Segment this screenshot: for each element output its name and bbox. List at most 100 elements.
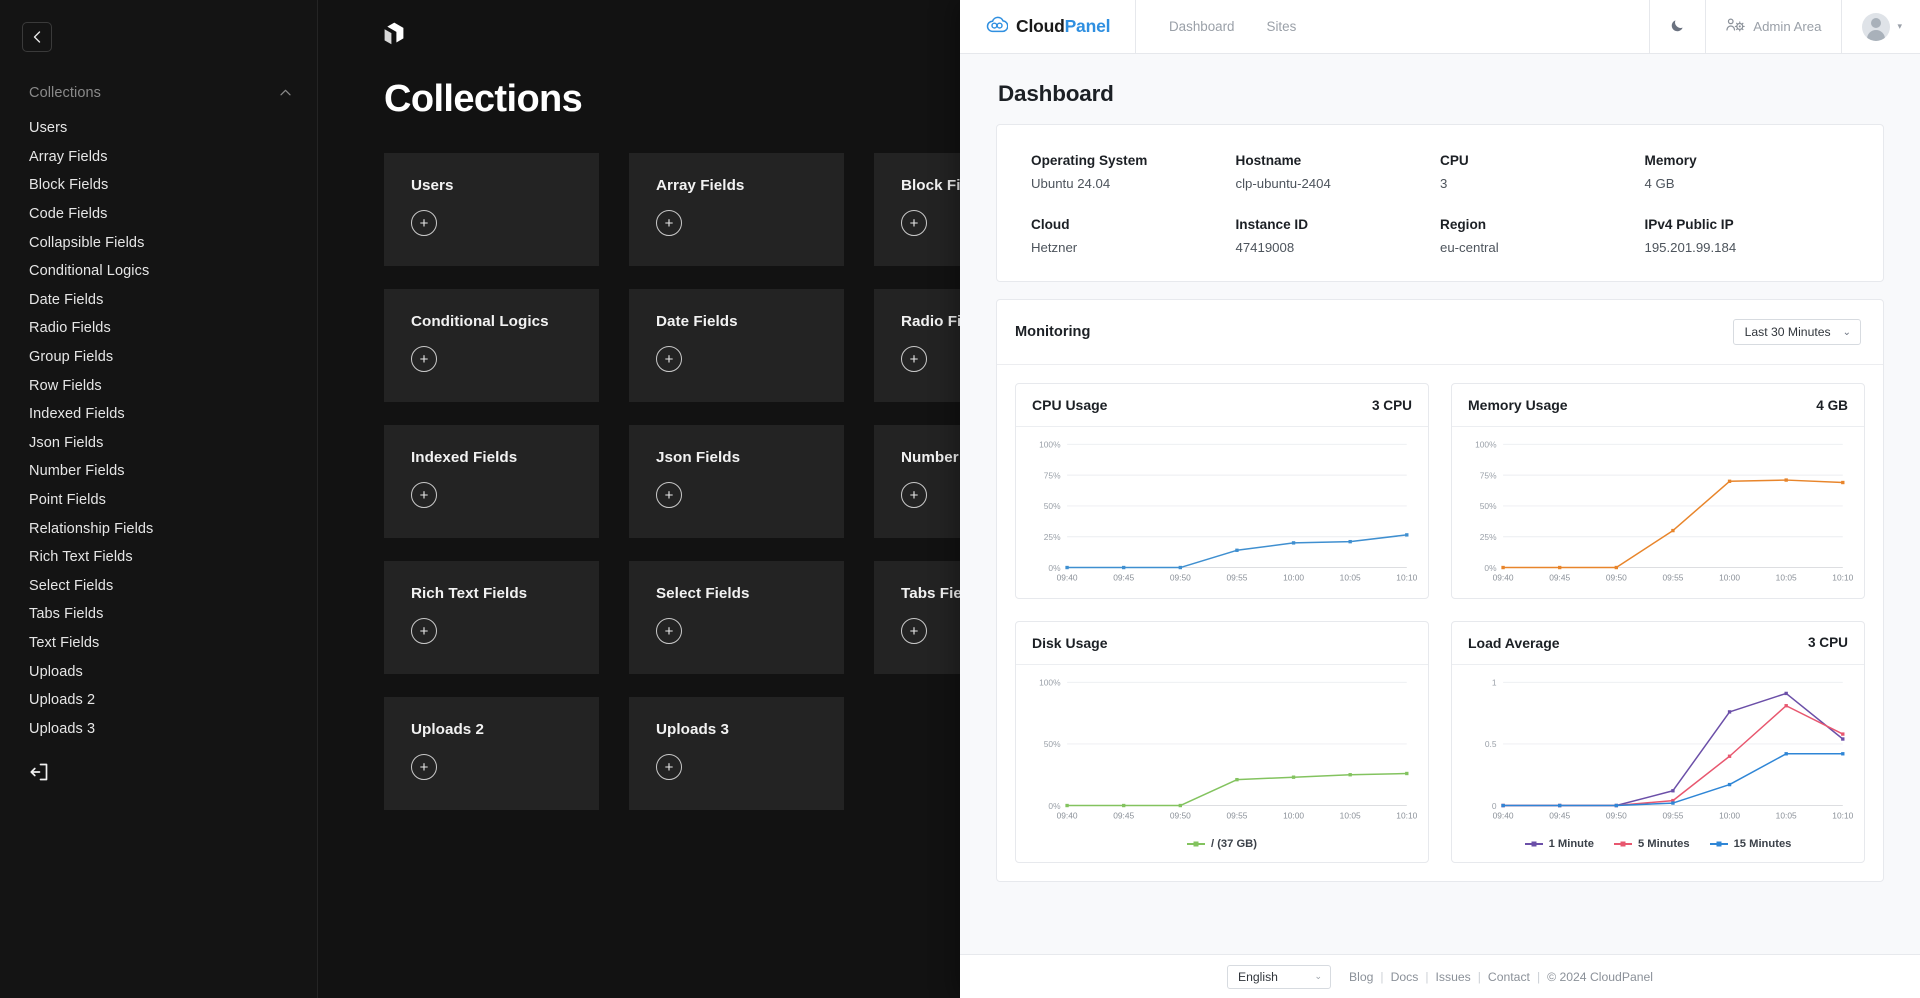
monitoring-charts: CPU Usage 3 CPU 0% 25% 50% 75% 100% 09:40 09:45 0…: [997, 365, 1883, 881]
sidebar-item-date-fields[interactable]: Date Fields: [0, 286, 317, 315]
moon-icon: [1670, 18, 1685, 36]
legend-item[interactable]: 5 Minutes: [1613, 838, 1690, 850]
sidebar-item-rich-text-fields[interactable]: Rich Text Fields: [0, 543, 317, 572]
collection-card[interactable]: Array Fields +: [629, 153, 844, 266]
collection-card[interactable]: Rich Text Fields +: [384, 561, 599, 674]
create-new-button[interactable]: +: [656, 618, 682, 644]
sidebar-item-uploads-3[interactable]: Uploads 3: [0, 714, 317, 743]
footer-link-contact[interactable]: Contact: [1488, 970, 1530, 984]
brand-text-cloud: Cloud: [1016, 16, 1065, 36]
collection-card[interactable]: Uploads 3 +: [629, 697, 844, 810]
create-new-button[interactable]: +: [656, 346, 682, 372]
logout-icon[interactable]: [28, 761, 50, 783]
system-info-item: Region eu-central: [1440, 217, 1645, 255]
sidebar-item-code-fields[interactable]: Code Fields: [0, 200, 317, 229]
sidebar-item-number-fields[interactable]: Number Fields: [0, 457, 317, 486]
data-point: [1501, 803, 1505, 808]
legend-swatch: [1524, 842, 1543, 845]
create-new-button[interactable]: +: [411, 346, 437, 372]
data-point: [1727, 479, 1732, 483]
sidebar-item-relationship-fields[interactable]: Relationship Fields: [0, 514, 317, 543]
collection-card-title: Json Fields: [656, 449, 741, 466]
footer-separator: |: [1380, 969, 1384, 984]
collection-card[interactable]: Conditional Logics +: [384, 289, 599, 402]
collection-card[interactable]: Select Fields +: [629, 561, 844, 674]
dark-mode-toggle[interactable]: [1649, 0, 1705, 53]
dashboard-title: Dashboard: [998, 81, 1114, 106]
sidebar-item-group-fields[interactable]: Group Fields: [0, 343, 317, 372]
footer-separator: |: [1536, 969, 1541, 984]
create-new-button[interactable]: +: [656, 754, 682, 780]
collection-card-title: Array Fields: [656, 177, 745, 194]
create-new-button[interactable]: +: [901, 618, 927, 644]
create-new-button[interactable]: +: [901, 210, 927, 236]
create-new-button[interactable]: +: [656, 210, 682, 236]
create-new-button[interactable]: +: [411, 618, 437, 644]
create-new-button[interactable]: +: [656, 482, 682, 508]
legend-item[interactable]: 15 Minutes: [1709, 837, 1792, 850]
monitoring-header: Monitoring Last 30 Minutes ⌄: [997, 300, 1883, 365]
sidebar-group-header[interactable]: Collections: [0, 82, 317, 104]
nav-dashboard[interactable]: Dashboard: [1160, 13, 1244, 40]
create-new-button[interactable]: +: [901, 482, 927, 508]
y-tick-label: 0.5: [1485, 739, 1497, 749]
sidebar-item-select-fields[interactable]: Select Fields: [0, 572, 317, 601]
sidebar-item-radio-fields[interactable]: Radio Fields: [0, 314, 317, 343]
system-info-panel: Operating System Ubuntu 24.04 Hostname clp-…: [996, 124, 1884, 282]
cloudpanel-header: CloudPanel Dashboard Sites Admin Area ▾: [960, 0, 1920, 54]
footer-link-issues[interactable]: Issues: [1436, 970, 1471, 984]
sidebar-item-indexed-fields[interactable]: Indexed Fields: [0, 400, 317, 429]
sidebar-collapse-button[interactable]: [22, 22, 52, 52]
sidebar-item-collapsible-fields[interactable]: Collapsible Fields: [0, 228, 317, 257]
collection-card[interactable]: Date Fields +: [629, 289, 844, 402]
create-new-button[interactable]: +: [411, 482, 437, 508]
avatar: [1862, 12, 1891, 41]
sidebar-item-array-fields[interactable]: Array Fields: [0, 143, 317, 172]
x-tick-label: 09:45: [1113, 573, 1134, 583]
x-tick-label: 10:00: [1283, 810, 1304, 820]
chevron-up-icon[interactable]: [280, 88, 291, 99]
sidebar-item-uploads-2[interactable]: Uploads 2: [0, 686, 317, 715]
legend-item[interactable]: / (37 GB): [1186, 837, 1257, 850]
footer-link-blog[interactable]: Blog: [1349, 970, 1373, 984]
data-point: [1065, 803, 1069, 808]
system-info-item: Memory 4 GB: [1645, 153, 1850, 191]
chart-plot: 0% 25% 50% 75% 100% 09:40 09:45 09:50 09:55 10:00…: [1016, 427, 1428, 598]
chart-title: Load Average: [1468, 634, 1560, 651]
chart-title: Memory Usage: [1468, 397, 1568, 413]
sidebar-item-point-fields[interactable]: Point Fields: [0, 486, 317, 515]
sidebar-item-text-fields[interactable]: Text Fields: [0, 629, 317, 658]
user-menu-button[interactable]: ▾: [1841, 0, 1920, 53]
legend-item[interactable]: 1 Minute: [1524, 838, 1594, 850]
admin-area-button[interactable]: Admin Area: [1705, 0, 1841, 53]
series-line: [1503, 479, 1843, 569]
collection-card[interactable]: Uploads 2 +: [384, 697, 599, 810]
footer-link-docs[interactable]: Docs: [1391, 970, 1419, 984]
collection-card[interactable]: Json Fields +: [629, 425, 844, 538]
legend-label: / (37 GB): [1210, 837, 1257, 850]
sidebar-item-uploads[interactable]: Uploads: [0, 657, 317, 686]
create-new-button[interactable]: +: [901, 346, 927, 372]
sidebar-item-row-fields[interactable]: Row Fields: [0, 371, 317, 400]
sidebar-item-tabs-fields[interactable]: Tabs Fields: [0, 600, 317, 629]
sidebar-item-block-fields[interactable]: Block Fields: [0, 171, 317, 200]
x-tick-label: 10:00: [1283, 573, 1304, 583]
y-tick-label: 0%: [1048, 801, 1061, 811]
sidebar-item-users[interactable]: Users: [0, 114, 317, 143]
data-point: [1235, 548, 1239, 552]
chevron-left-icon: [33, 31, 41, 43]
system-info-label: Operating System: [1031, 153, 1148, 168]
time-range-select[interactable]: Last 30 Minutes ⌄: [1732, 319, 1861, 345]
create-new-button[interactable]: +: [411, 210, 437, 236]
create-new-button[interactable]: +: [411, 754, 437, 780]
cloudpanel-brand[interactable]: CloudPanel: [960, 0, 1136, 53]
sidebar-item-json-fields[interactable]: Json Fields: [0, 429, 317, 458]
collection-card[interactable]: Users +: [384, 153, 599, 266]
system-info-row: Cloud Hetzner Instance ID 47419008 Region eu-…: [1031, 217, 1849, 255]
legend-label: 15 Minutes: [1733, 837, 1792, 850]
nav-sites[interactable]: Sites: [1258, 13, 1306, 40]
language-select[interactable]: English ⌄: [1226, 964, 1331, 989]
payload-sidebar: Collections Users Array Fields Block Field…: [0, 0, 318, 998]
sidebar-item-conditional-logics[interactable]: Conditional Logics: [0, 257, 317, 286]
collection-card[interactable]: Indexed Fields +: [384, 425, 599, 538]
